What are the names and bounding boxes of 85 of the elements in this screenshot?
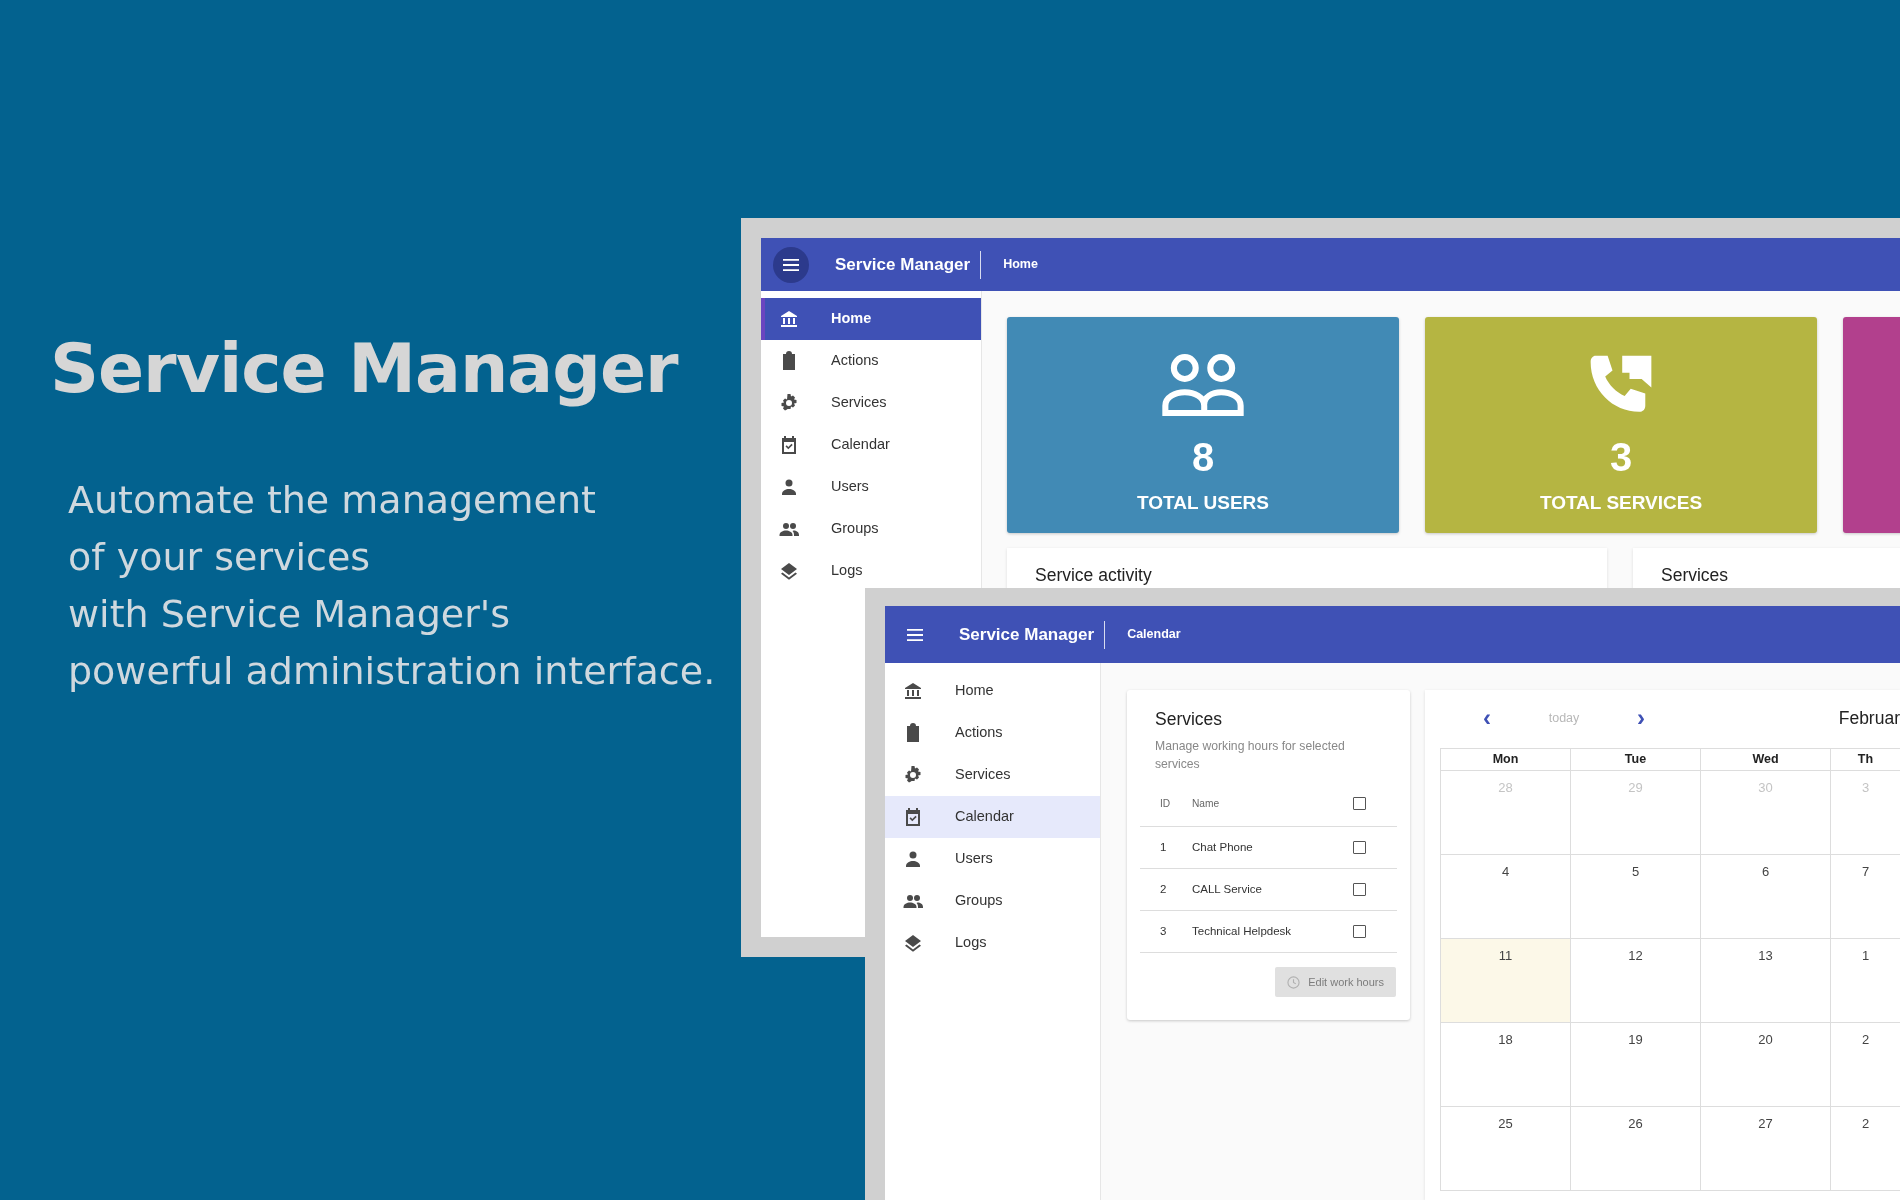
table-cell-text: 2	[1159, 882, 1168, 898]
people-icon	[1160, 351, 1246, 419]
day-number: 18	[1498, 1032, 1513, 1047]
sidebar-item[interactable]: Services	[761, 382, 981, 424]
clock-icon	[1287, 975, 1301, 989]
table-cell-text: 3	[1159, 924, 1168, 940]
day-number: 30	[1758, 780, 1773, 795]
menu-icon	[783, 258, 799, 271]
person-icon	[779, 477, 799, 497]
calendar-check-icon	[903, 807, 923, 827]
column-header: ID	[1159, 797, 1172, 812]
day-number: 27	[1758, 1116, 1773, 1131]
day-number: 25	[1498, 1116, 1513, 1131]
table-cell-text: Technical Helpdesk	[1192, 924, 1293, 940]
card-subtitle: Manage working hours for selected services	[1155, 738, 1346, 774]
breadcrumb: Calendar	[1127, 626, 1181, 644]
sidebar-item[interactable]: Groups	[761, 508, 981, 550]
sidebar-item[interactable]: Logs	[761, 550, 981, 592]
sidebar-item[interactable]: Calendar	[885, 796, 1100, 838]
bank-icon	[903, 681, 923, 701]
stat-number: 8	[1191, 437, 1215, 477]
weekday-header: Th	[1831, 749, 1900, 771]
checkbox[interactable]	[1353, 841, 1366, 855]
tagline-line: powerful administration interface.	[68, 647, 716, 695]
weekday-header: Wed	[1701, 749, 1831, 771]
day-number: 6	[1761, 864, 1770, 879]
layers-icon	[779, 561, 799, 581]
day-number: 28	[1498, 780, 1513, 795]
sidebar-item[interactable]: Users	[885, 838, 1100, 880]
day-number: 12	[1628, 948, 1643, 963]
card-title: Services	[1155, 708, 1224, 731]
sidebar-item[interactable]: Home	[885, 670, 1100, 712]
day-number: 26	[1628, 1116, 1643, 1131]
app-title: Service Manager	[959, 623, 1096, 646]
month-title: Februar	[1838, 706, 1900, 730]
stat-label: TOTAL SERVICES	[1539, 491, 1703, 515]
stat-label: TOTAL USERS	[1137, 491, 1269, 515]
menu-button[interactable]	[773, 246, 809, 283]
panel-title: Service activity	[1035, 564, 1153, 587]
next-button[interactable]: ›	[1634, 706, 1648, 730]
gear-icon	[903, 765, 923, 785]
day-number: 1	[1861, 948, 1870, 963]
sidebar-item[interactable]: Actions	[885, 712, 1100, 754]
day-number: 5	[1631, 864, 1640, 879]
calendar-check-icon	[779, 435, 799, 455]
breadcrumb: Home	[1003, 256, 1038, 274]
column-header: Name	[1192, 797, 1221, 812]
checkbox[interactable]	[1353, 797, 1366, 811]
weekday-header: Mon	[1441, 749, 1571, 771]
sidebar-item[interactable]: Calendar	[761, 424, 981, 466]
sidebar-item[interactable]: Groups	[885, 880, 1100, 922]
sidebar-item[interactable]: Users	[761, 466, 981, 508]
bank-icon	[779, 309, 799, 329]
app-title: Service Manager	[835, 253, 972, 276]
tagline-line: with Service Manager's	[68, 590, 512, 638]
checkbox[interactable]	[1353, 883, 1366, 897]
day-number: 4	[1501, 864, 1510, 879]
person-icon	[903, 849, 923, 869]
table-cell-text: CALL Service	[1192, 882, 1263, 898]
panel-title: Services	[1661, 564, 1730, 587]
sidebar-item[interactable]: Actions	[761, 340, 981, 382]
day-number: 2	[1861, 1032, 1870, 1047]
tagline-line: Automate the management	[68, 476, 597, 524]
day-number: 20	[1758, 1032, 1773, 1047]
day-number: 13	[1758, 948, 1773, 963]
day-number: 29	[1628, 780, 1643, 795]
day-number: 2	[1861, 1116, 1870, 1131]
weekday-header: Tue	[1571, 749, 1701, 771]
table-cell-text: 1	[1159, 840, 1168, 856]
sidebar-item[interactable]: Services	[885, 754, 1100, 796]
sidebar-item[interactable]: Home	[761, 298, 981, 340]
checkbox[interactable]	[1353, 925, 1366, 939]
menu-icon	[907, 628, 923, 641]
day-number: 19	[1628, 1032, 1643, 1047]
headline: Service Manager	[50, 328, 680, 410]
table-cell-text: Chat Phone	[1192, 840, 1254, 856]
stat-number: 3	[1609, 437, 1633, 477]
layers-icon	[903, 933, 923, 953]
tagline-line: of your services	[68, 533, 372, 581]
gear-icon	[779, 393, 799, 413]
day-number: 3	[1861, 780, 1870, 795]
day-number: 11	[1498, 948, 1513, 963]
prev-button[interactable]: ‹	[1480, 706, 1494, 730]
day-number: 7	[1861, 864, 1870, 879]
sidebar-item[interactable]: Logs	[885, 922, 1100, 964]
